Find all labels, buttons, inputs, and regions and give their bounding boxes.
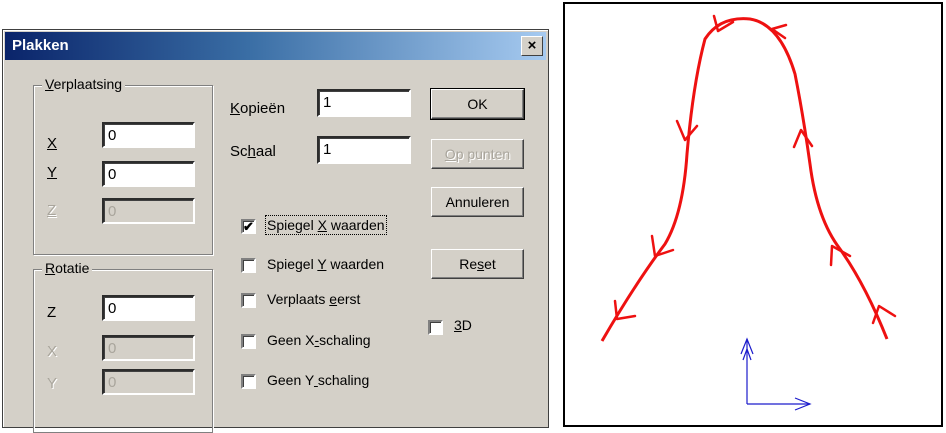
- spiegel-x-checkbox[interactable]: ✔: [241, 219, 256, 234]
- title-bar[interactable]: Plakken ×: [5, 32, 546, 60]
- rotatie-y-input: 0: [102, 369, 195, 395]
- verplaats-eerst-label[interactable]: Verplaats eerst: [267, 291, 360, 307]
- rotatie-y-label: Y: [47, 375, 58, 392]
- verplaatsing-z-input: 0: [102, 198, 195, 224]
- arrowhead: [792, 128, 814, 149]
- rotatie-legend: Rotatie: [42, 260, 93, 276]
- spiegel-x-label[interactable]: Spiegel X waarden: [265, 215, 387, 235]
- geen-x-schaling-checkbox[interactable]: [241, 334, 256, 349]
- mirrored-curve: [600, 17, 889, 342]
- close-icon[interactable]: ×: [521, 36, 543, 56]
- curve-arrowheads: [613, 14, 897, 325]
- verplaatsing-x-input[interactable]: 0: [102, 122, 195, 148]
- rotatie-z-input[interactable]: 0: [102, 295, 195, 321]
- geen-y-schaling-label[interactable]: Geen Y schaling: [267, 372, 369, 388]
- kopieen-label: Kopieën: [230, 100, 286, 117]
- 3d-label[interactable]: 3D: [454, 317, 472, 333]
- preview-canvas: [563, 2, 943, 427]
- dialog-title: Plakken: [12, 37, 69, 54]
- verplaatsing-y-label: Y: [47, 164, 58, 181]
- arrowhead: [675, 119, 699, 142]
- verplaats-eerst-checkbox[interactable]: [241, 293, 256, 308]
- verplaatsing-legend: Verplaatsing: [42, 76, 126, 92]
- 3d-checkbox[interactable]: [428, 320, 443, 335]
- schaal-label: Schaal: [230, 143, 276, 160]
- annuleren-button[interactable]: Annuleren: [431, 187, 524, 217]
- kopieen-input[interactable]: 1: [317, 89, 411, 117]
- ok-button[interactable]: OK: [430, 88, 525, 120]
- geen-y-schaling-checkbox[interactable]: [241, 374, 256, 389]
- arrowhead: [770, 23, 788, 40]
- spiegel-y-checkbox[interactable]: [241, 258, 256, 273]
- spiegel-y-label[interactable]: Spiegel Y waarden: [267, 256, 384, 272]
- geen-x-schaling-label[interactable]: Geen X-schaling: [267, 332, 371, 348]
- plakken-dialog: Plakken × Verplaatsing X 0 Y 0 Z 0 Rotat…: [2, 29, 549, 433]
- op-punten-button: Op punten: [431, 139, 524, 169]
- verplaatsing-z-label: Z: [47, 202, 57, 219]
- rotatie-x-label: X: [47, 343, 58, 360]
- reset-button[interactable]: Reset: [431, 249, 524, 279]
- verplaatsing-x-label: X: [47, 135, 58, 152]
- arrowhead: [871, 304, 897, 325]
- rotatie-z-label: Z: [47, 304, 57, 321]
- verplaatsing-y-input[interactable]: 0: [102, 161, 195, 187]
- schaal-input[interactable]: 1: [317, 136, 411, 164]
- rotatie-x-input: 0: [102, 335, 195, 361]
- preview-drawing: [600, 14, 897, 411]
- axes-icon: [740, 337, 812, 411]
